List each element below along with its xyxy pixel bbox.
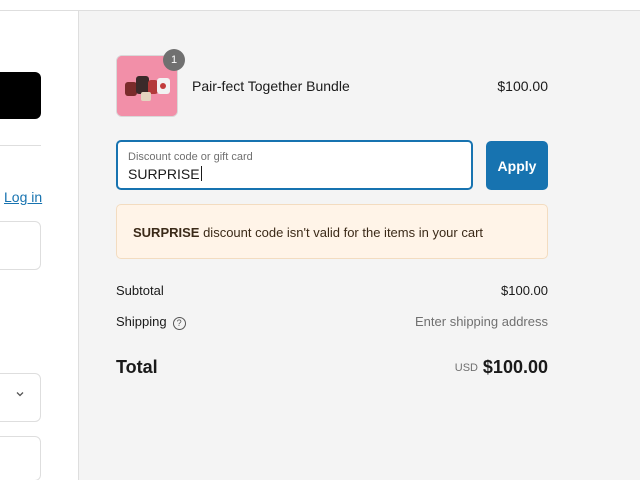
error-discount-code: SURPRISE <box>133 225 200 240</box>
product-name: Pair-fect Together Bundle <box>192 78 350 94</box>
express-checkout-button[interactable] <box>0 72 41 119</box>
discount-input-value: SURPRISE <box>128 166 200 182</box>
info-circle-icon[interactable]: ? <box>172 317 186 330</box>
product-price: $100.00 <box>497 78 548 94</box>
discount-code-field[interactable]: Discount code or gift card SURPRISE <box>116 140 473 190</box>
discount-error-banner: SURPRISE discount code isn't valid for t… <box>116 204 548 259</box>
discount-input[interactable]: SURPRISE <box>128 166 202 182</box>
error-message-text: discount code isn't valid for the items … <box>199 225 484 240</box>
apply-discount-button[interactable]: Apply <box>486 141 548 190</box>
total-label: Total <box>116 357 158 377</box>
total-currency: USD <box>454 362 478 374</box>
discount-field-label: Discount code or gift card <box>128 151 253 163</box>
shipping-label: Shipping <box>116 314 167 329</box>
subtotal-label: Subtotal <box>116 283 164 298</box>
discount-error-message: SURPRISE discount code isn't valid for t… <box>133 225 483 240</box>
chevron-down-icon <box>16 392 24 397</box>
shipping-label-row: Shipping? <box>116 314 186 330</box>
total-value: $100.00 <box>482 357 548 377</box>
name-field[interactable] <box>0 436 41 480</box>
contact-field[interactable] <box>0 221 41 270</box>
left-divider <box>0 145 41 146</box>
login-link[interactable]: Log in <box>4 189 42 205</box>
shipping-value: Enter shipping address <box>415 314 548 329</box>
quantity-badge: 1 <box>163 49 185 71</box>
text-caret <box>200 166 202 181</box>
subtotal-value: $100.00 <box>501 283 548 298</box>
